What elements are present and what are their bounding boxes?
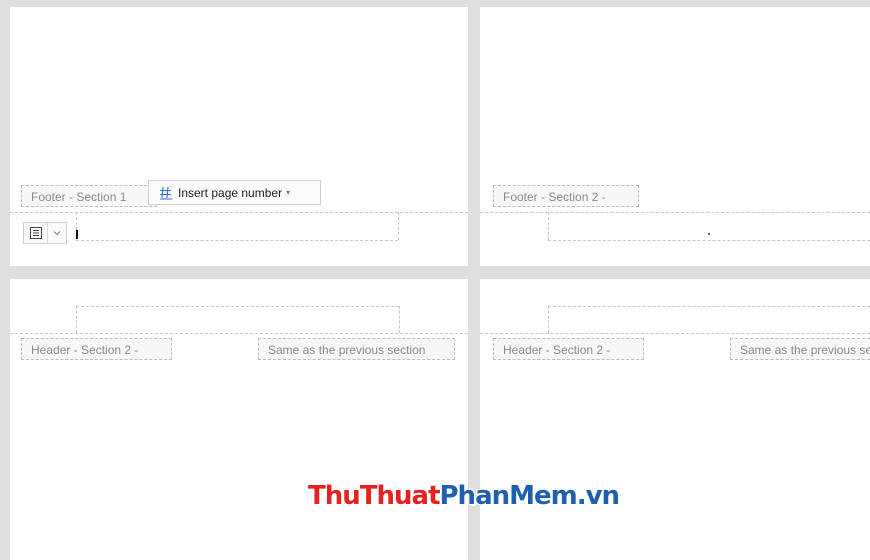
header-section-2-label: Header - Section 2 - [21, 338, 172, 360]
link-to-previous-label[interactable]: Same as the previous section [730, 338, 870, 360]
watermark-part: Mem [509, 481, 578, 511]
footer-section-2-label: Footer - Section 2 - [493, 185, 639, 207]
footer-boundary-line [10, 212, 468, 213]
text-cursor [76, 230, 78, 239]
watermark-part: Phan [439, 481, 511, 511]
align-center-icon [24, 223, 49, 243]
chevron-down-icon: ▾ [286, 188, 291, 197]
alignment-button[interactable] [23, 222, 67, 244]
page-2 [480, 7, 870, 266]
page-1 [10, 7, 468, 266]
header-frame-top [76, 306, 399, 307]
footer-frame-bottom [76, 240, 398, 241]
watermark-part: Thu [308, 481, 361, 511]
header-boundary-line [480, 333, 870, 334]
watermark-part: Thuat [359, 481, 441, 511]
header-frame-left [76, 306, 77, 333]
header-frame-left [548, 306, 549, 333]
watermark-part: .vn [576, 481, 620, 511]
footer-frame-left [548, 212, 549, 240]
chevron-down-icon [48, 223, 66, 243]
header-frame-right [399, 306, 400, 333]
footer-boundary-line [480, 212, 870, 213]
page-3 [10, 279, 468, 560]
footer-frame-right [398, 212, 399, 240]
page-4 [480, 279, 870, 560]
insert-page-number-button[interactable]: Insert page number ▾ [148, 180, 321, 205]
footer-paragraph-mark [708, 233, 710, 235]
header-frame-top [548, 306, 870, 307]
page-number-icon [159, 186, 173, 200]
watermark-logo: ThuThuatPhanMem.vn [308, 481, 620, 511]
header-boundary-line [10, 333, 468, 334]
footer-section-1-label: Footer - Section 1 [21, 185, 157, 207]
footer-frame-bottom [548, 240, 870, 241]
link-to-previous-label[interactable]: Same as the previous section [258, 338, 455, 360]
header-section-2-label: Header - Section 2 - [493, 338, 644, 360]
insert-page-number-label: Insert page number [178, 185, 283, 200]
